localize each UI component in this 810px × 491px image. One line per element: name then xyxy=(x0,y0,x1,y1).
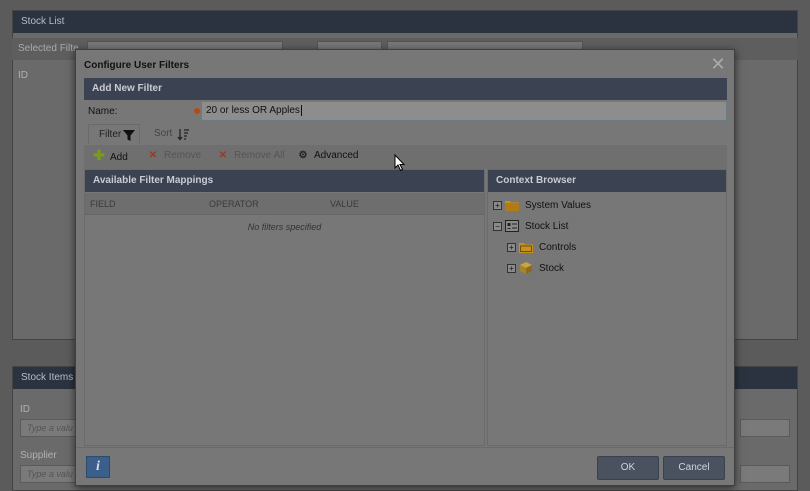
bg-id-input: Type a valu xyxy=(20,419,80,437)
remove-label: Remove xyxy=(164,150,202,161)
tree-label: Stock List xyxy=(525,221,569,232)
mouse-cursor-icon xyxy=(394,154,406,172)
column-value[interactable]: VALUE xyxy=(330,199,359,209)
gear-icon: ⚙ xyxy=(298,150,308,161)
required-indicator xyxy=(194,108,200,114)
add-button[interactable]: ✚ Add xyxy=(92,147,128,163)
tree-label: Controls xyxy=(539,242,577,253)
tab-filter-label: Filter xyxy=(99,129,122,140)
bg-supplier-input: Type a valu xyxy=(20,465,80,483)
tab-filter[interactable]: Filter xyxy=(88,124,140,144)
remove-all-button[interactable]: ✕ Remove All xyxy=(216,150,285,161)
context-browser-panel: Context Browser + System Values − Stock … xyxy=(487,169,727,446)
context-browser-title: Context Browser xyxy=(488,170,726,192)
expand-icon[interactable]: + xyxy=(493,201,502,210)
bg-id-header: ID xyxy=(18,70,28,81)
cube-icon xyxy=(520,262,532,274)
text-caret xyxy=(300,105,302,116)
tree-label: Stock xyxy=(539,263,565,274)
sort-icon xyxy=(177,129,189,141)
bg-supplier-label: Supplier xyxy=(20,450,57,461)
remove-all-label: Remove All xyxy=(234,150,285,161)
ok-button[interactable]: OK xyxy=(597,456,659,480)
folder-icon xyxy=(519,243,533,253)
tab-sort[interactable]: Sort xyxy=(146,124,196,144)
mappings-grid-header: FIELD OPERATOR VALUE xyxy=(85,193,484,215)
x-icon: ✕ xyxy=(148,150,158,161)
collapse-icon[interactable]: − xyxy=(493,222,502,231)
dialog-footer: i OK Cancel xyxy=(76,447,734,485)
funnel-icon xyxy=(123,130,135,141)
cancel-button[interactable]: Cancel xyxy=(663,456,725,480)
remove-button[interactable]: ✕ Remove xyxy=(146,150,201,161)
bg-panel-title: Stock List xyxy=(13,11,797,33)
filter-mappings-panel: Available Filter Mappings FIELD OPERATOR… xyxy=(84,169,485,446)
configure-user-filters-dialog: Configure User Filters ✕ Add New Filter … xyxy=(75,49,735,486)
close-icon[interactable]: ✕ xyxy=(709,55,727,73)
advanced-label: Advanced xyxy=(314,150,359,161)
column-field[interactable]: FIELD xyxy=(90,199,116,209)
expand-icon[interactable]: + xyxy=(507,264,516,273)
bg-right-input-2 xyxy=(740,465,790,483)
expand-icon[interactable]: + xyxy=(507,243,516,252)
folder-icon xyxy=(505,201,519,211)
filter-name-input[interactable]: 20 or less OR Apples xyxy=(201,101,727,121)
form-icon xyxy=(505,220,519,232)
bg-id-label: ID xyxy=(20,404,30,415)
name-label: Name: xyxy=(88,106,118,117)
info-button[interactable]: i xyxy=(86,456,110,478)
add-new-filter-header: Add New Filter xyxy=(84,78,727,100)
no-filters-message: No filters specified xyxy=(247,222,322,232)
filter-mappings-title: Available Filter Mappings xyxy=(85,170,484,192)
tree-label: System Values xyxy=(525,200,591,211)
bg-selected-filter-label: Selected Filte xyxy=(18,43,79,54)
add-label: Add xyxy=(110,152,128,163)
x-all-icon: ✕ xyxy=(218,150,228,161)
filter-name-value: 20 or less OR Apples xyxy=(206,105,300,117)
column-operator[interactable]: OPERATOR xyxy=(209,199,259,209)
tab-sort-label: Sort xyxy=(154,128,173,139)
dialog-title: Configure User Filters xyxy=(84,60,190,71)
bg-right-input-1 xyxy=(740,419,790,437)
plus-icon: ✚ xyxy=(93,147,105,163)
advanced-button[interactable]: ⚙ Advanced xyxy=(296,150,359,161)
